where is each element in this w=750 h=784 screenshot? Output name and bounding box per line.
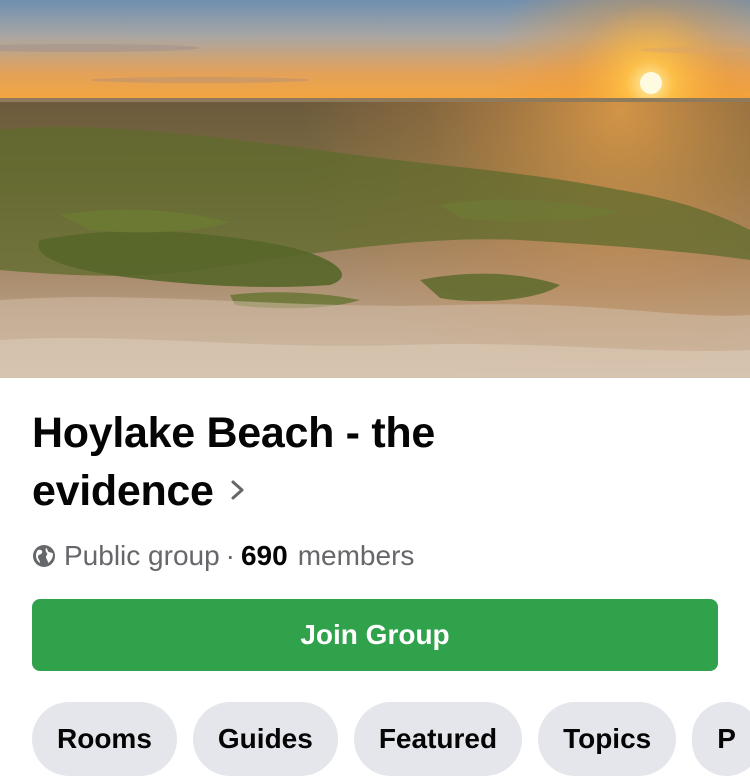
group-tabs: Rooms Guides Featured Topics P (32, 702, 750, 776)
cover-photo[interactable] (0, 0, 750, 378)
globe-icon (33, 545, 55, 567)
chevron-right-icon[interactable] (228, 475, 248, 505)
member-count: 690 (240, 540, 288, 571)
join-group-button[interactable]: Join Group (32, 599, 718, 671)
tab-guides[interactable]: Guides (192, 702, 338, 776)
tab-partial[interactable]: P (692, 702, 750, 776)
member-label: members (297, 540, 415, 571)
group-page: Hoylake Beach - the evidence Public grou… (0, 0, 750, 784)
tab-featured[interactable]: Featured (353, 702, 523, 776)
group-title[interactable]: Hoylake Beach - the evidence (32, 404, 592, 520)
group-meta: Public group · 690 members (32, 537, 414, 575)
tab-rooms[interactable]: Rooms (32, 702, 177, 776)
meta-separator: · (225, 540, 235, 571)
privacy-label: Public group (64, 540, 220, 571)
tab-topics[interactable]: Topics (538, 702, 677, 776)
